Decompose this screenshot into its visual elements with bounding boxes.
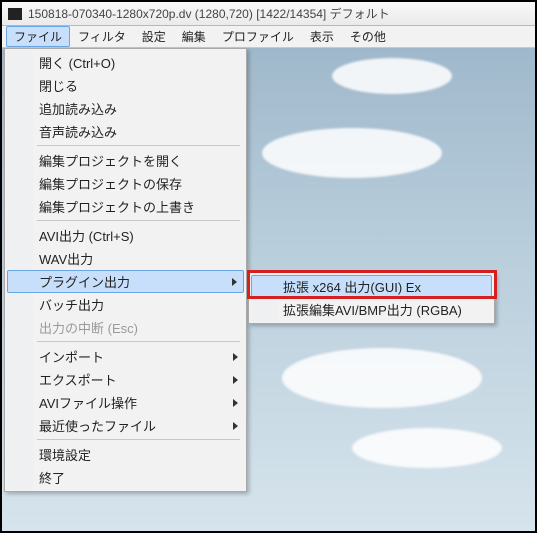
cloud-decoration xyxy=(282,348,482,408)
menu-item-label: 開く (Ctrl+O) xyxy=(39,53,115,72)
menu-config-label: 設定 xyxy=(142,28,166,45)
menu-filter-label: フィルタ xyxy=(78,28,126,45)
menu-item-label: プラグイン出力 xyxy=(39,272,130,291)
menu-file[interactable]: ファイル xyxy=(6,26,70,47)
menu-item-label: AVI出力 (Ctrl+S) xyxy=(39,226,134,245)
menu-item-proj-overwrite[interactable]: 編集プロジェクトの上書き xyxy=(7,195,244,218)
submenu-item-label: 拡張編集AVI/BMP出力 (RGBA) xyxy=(283,300,462,319)
menu-profile-label: プロファイル xyxy=(222,28,294,45)
menu-view-label: 表示 xyxy=(310,28,334,45)
menu-item-avi-out[interactable]: AVI出力 (Ctrl+S) xyxy=(7,224,244,247)
cloud-decoration xyxy=(352,428,502,468)
menu-item-env[interactable]: 環境設定 xyxy=(7,443,244,466)
menu-item-label: AVIファイル操作 xyxy=(39,393,137,412)
menu-item-recent[interactable]: 最近使ったファイル xyxy=(7,414,244,437)
submenu-item-x264[interactable]: 拡張 x264 出力(GUI) Ex xyxy=(251,275,492,298)
menu-item-plugin-out[interactable]: プラグイン出力 xyxy=(7,270,244,293)
menu-item-label: 音声読み込み xyxy=(39,122,117,141)
menubar: ファイル フィルタ 設定 編集 プロファイル 表示 その他 xyxy=(2,26,535,48)
menu-other-label: その他 xyxy=(350,28,386,45)
menu-item-label: バッチ出力 xyxy=(39,295,104,314)
menu-item-label: 出力の中断 (Esc) xyxy=(39,318,138,337)
menu-item-label: 編集プロジェクトの保存 xyxy=(39,174,182,193)
menu-item-import[interactable]: インポート xyxy=(7,345,244,368)
menu-edit[interactable]: 編集 xyxy=(174,26,214,47)
menu-config[interactable]: 設定 xyxy=(134,26,174,47)
submenu-arrow-icon xyxy=(233,399,238,407)
menu-item-abort-out: 出力の中断 (Esc) xyxy=(7,316,244,339)
submenu-arrow-icon xyxy=(233,353,238,361)
menu-item-label: 追加読み込み xyxy=(39,99,117,118)
window-title: 150818-070340-1280x720p.dv (1280,720) [1… xyxy=(28,5,390,22)
menu-item-label: 編集プロジェクトの上書き xyxy=(39,197,195,216)
menu-item-export[interactable]: エクスポート xyxy=(7,368,244,391)
menu-item-exit[interactable]: 終了 xyxy=(7,466,244,489)
menu-filter[interactable]: フィルタ xyxy=(70,26,134,47)
client-area: 開く (Ctrl+O) 閉じる 追加読み込み 音声読み込み 編集プロジェクトを開… xyxy=(2,48,535,531)
plugin-out-submenu: 拡張 x264 出力(GUI) Ex 拡張編集AVI/BMP出力 (RGBA) xyxy=(248,272,495,324)
menu-item-label: 編集プロジェクトを開く xyxy=(39,151,182,170)
menu-item-add-read[interactable]: 追加読み込み xyxy=(7,97,244,120)
titlebar: 150818-070340-1280x720p.dv (1280,720) [1… xyxy=(2,2,535,26)
menu-item-label: 終了 xyxy=(39,468,65,487)
menu-item-proj-open[interactable]: 編集プロジェクトを開く xyxy=(7,149,244,172)
file-dropdown: 開く (Ctrl+O) 閉じる 追加読み込み 音声読み込み 編集プロジェクトを開… xyxy=(4,48,247,492)
menu-item-label: インポート xyxy=(39,347,104,366)
menu-item-label: 環境設定 xyxy=(39,445,91,464)
app-icon xyxy=(8,8,22,20)
submenu-item-label: 拡張 x264 出力(GUI) Ex xyxy=(283,277,421,296)
menu-item-wav-out[interactable]: WAV出力 xyxy=(7,247,244,270)
menu-item-audio-read[interactable]: 音声読み込み xyxy=(7,120,244,143)
menu-item-proj-save[interactable]: 編集プロジェクトの保存 xyxy=(7,172,244,195)
menu-item-open[interactable]: 開く (Ctrl+O) xyxy=(7,51,244,74)
submenu-arrow-icon xyxy=(233,376,238,384)
submenu-arrow-icon xyxy=(233,422,238,430)
submenu-item-rgba[interactable]: 拡張編集AVI/BMP出力 (RGBA) xyxy=(251,298,492,321)
menu-edit-label: 編集 xyxy=(182,28,206,45)
menu-item-label: 閉じる xyxy=(39,76,78,95)
menu-view[interactable]: 表示 xyxy=(302,26,342,47)
menu-profile[interactable]: プロファイル xyxy=(214,26,302,47)
menu-file-label: ファイル xyxy=(14,28,62,45)
cloud-decoration xyxy=(262,128,442,178)
menu-item-label: WAV出力 xyxy=(39,249,93,268)
menu-item-label: エクスポート xyxy=(39,370,117,389)
cloud-decoration xyxy=(332,58,452,94)
submenu-arrow-icon xyxy=(232,278,237,286)
menu-other[interactable]: その他 xyxy=(342,26,394,47)
menu-item-label: 最近使ったファイル xyxy=(39,416,156,435)
menu-item-close[interactable]: 閉じる xyxy=(7,74,244,97)
menu-item-avi-ops[interactable]: AVIファイル操作 xyxy=(7,391,244,414)
app-window: 150818-070340-1280x720p.dv (1280,720) [1… xyxy=(2,2,535,531)
menu-item-batch-out[interactable]: バッチ出力 xyxy=(7,293,244,316)
